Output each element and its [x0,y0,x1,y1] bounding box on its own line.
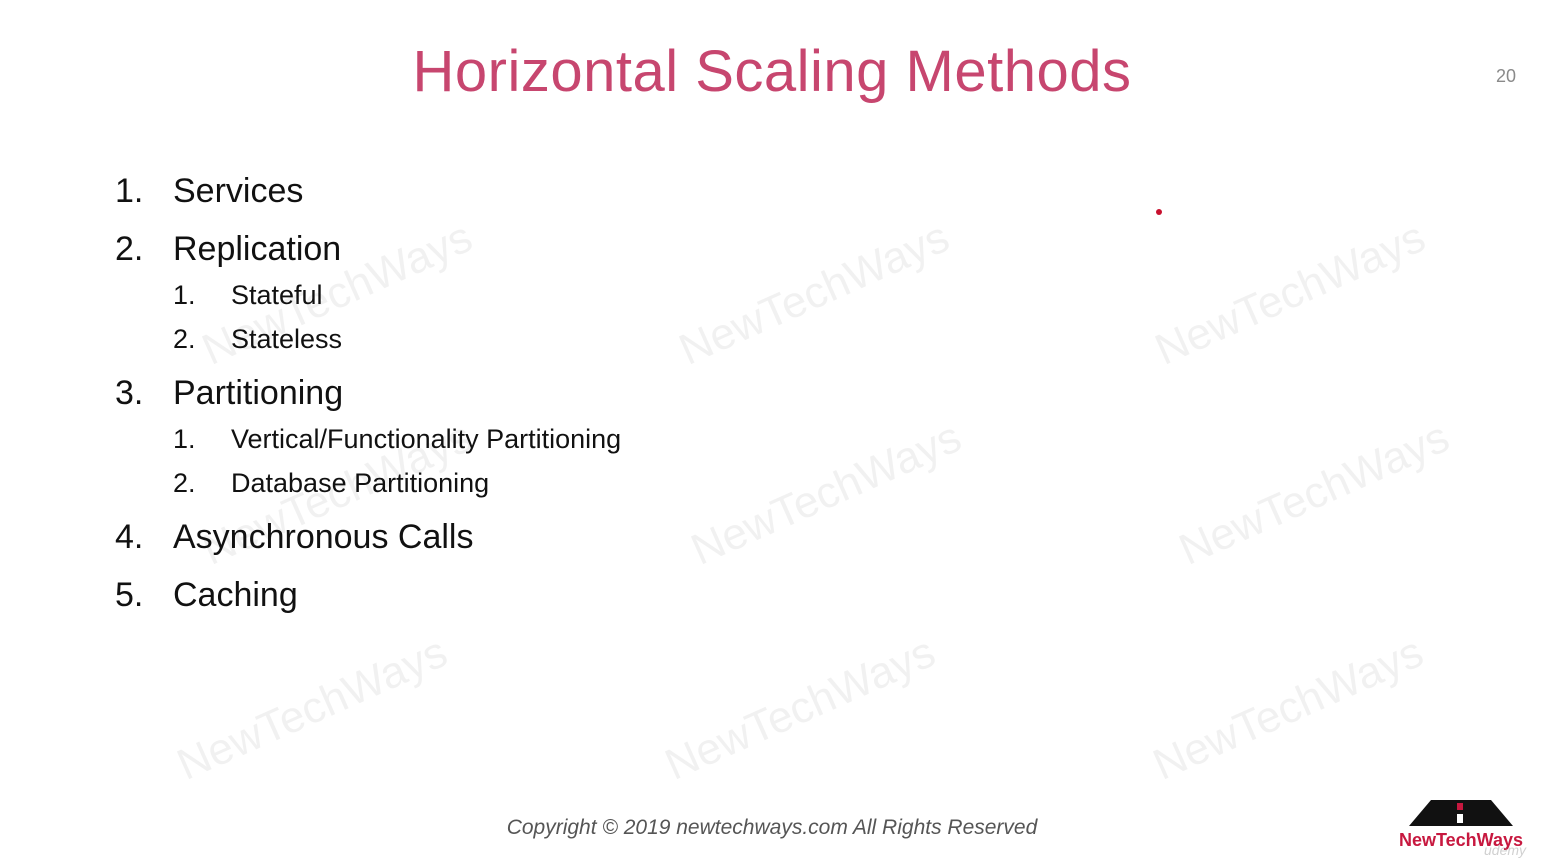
item-number: 2. [173,468,196,498]
item-label: Caching [173,576,298,614]
item-label: Stateful [231,280,323,310]
item-label: Services [173,172,304,210]
item-number: 1. [115,172,144,210]
item-label: Stateless [231,324,343,354]
item-number: 3. [115,374,144,412]
slide-title: Horizontal Scaling Methods [412,39,1132,104]
watermark: NewTechWays [684,412,969,575]
slide: NewTechWays NewTechWays NewTechWays NewT… [0,0,1544,864]
item-label: Replication [173,230,342,268]
watermark: NewTechWays [170,627,455,790]
item-number: 1. [173,280,196,310]
udemy-watermark: udemy [1484,842,1527,858]
watermark: NewTechWays [1148,212,1433,375]
watermark: NewTechWays [1146,627,1431,790]
laser-pointer-dot [1156,209,1162,215]
watermark: NewTechWays [658,627,943,790]
watermark: NewTechWays [1172,412,1457,575]
item-number: 4. [115,518,144,556]
watermark: NewTechWays [672,212,957,375]
item-label: Partitioning [173,374,344,412]
item-number: 1. [173,424,196,454]
item-number: 2. [173,324,196,354]
item-label: Vertical/Functionality Partitioning [231,424,622,454]
item-label: Asynchronous Calls [173,518,474,556]
road-triangle-icon [1409,800,1513,826]
item-number: 5. [115,576,144,614]
copyright-footer: Copyright © 2019 newtechways.com All Rig… [506,816,1038,839]
item-number: 2. [115,230,144,268]
page-number: 20 [1495,66,1516,86]
item-label: Database Partitioning [231,468,490,498]
